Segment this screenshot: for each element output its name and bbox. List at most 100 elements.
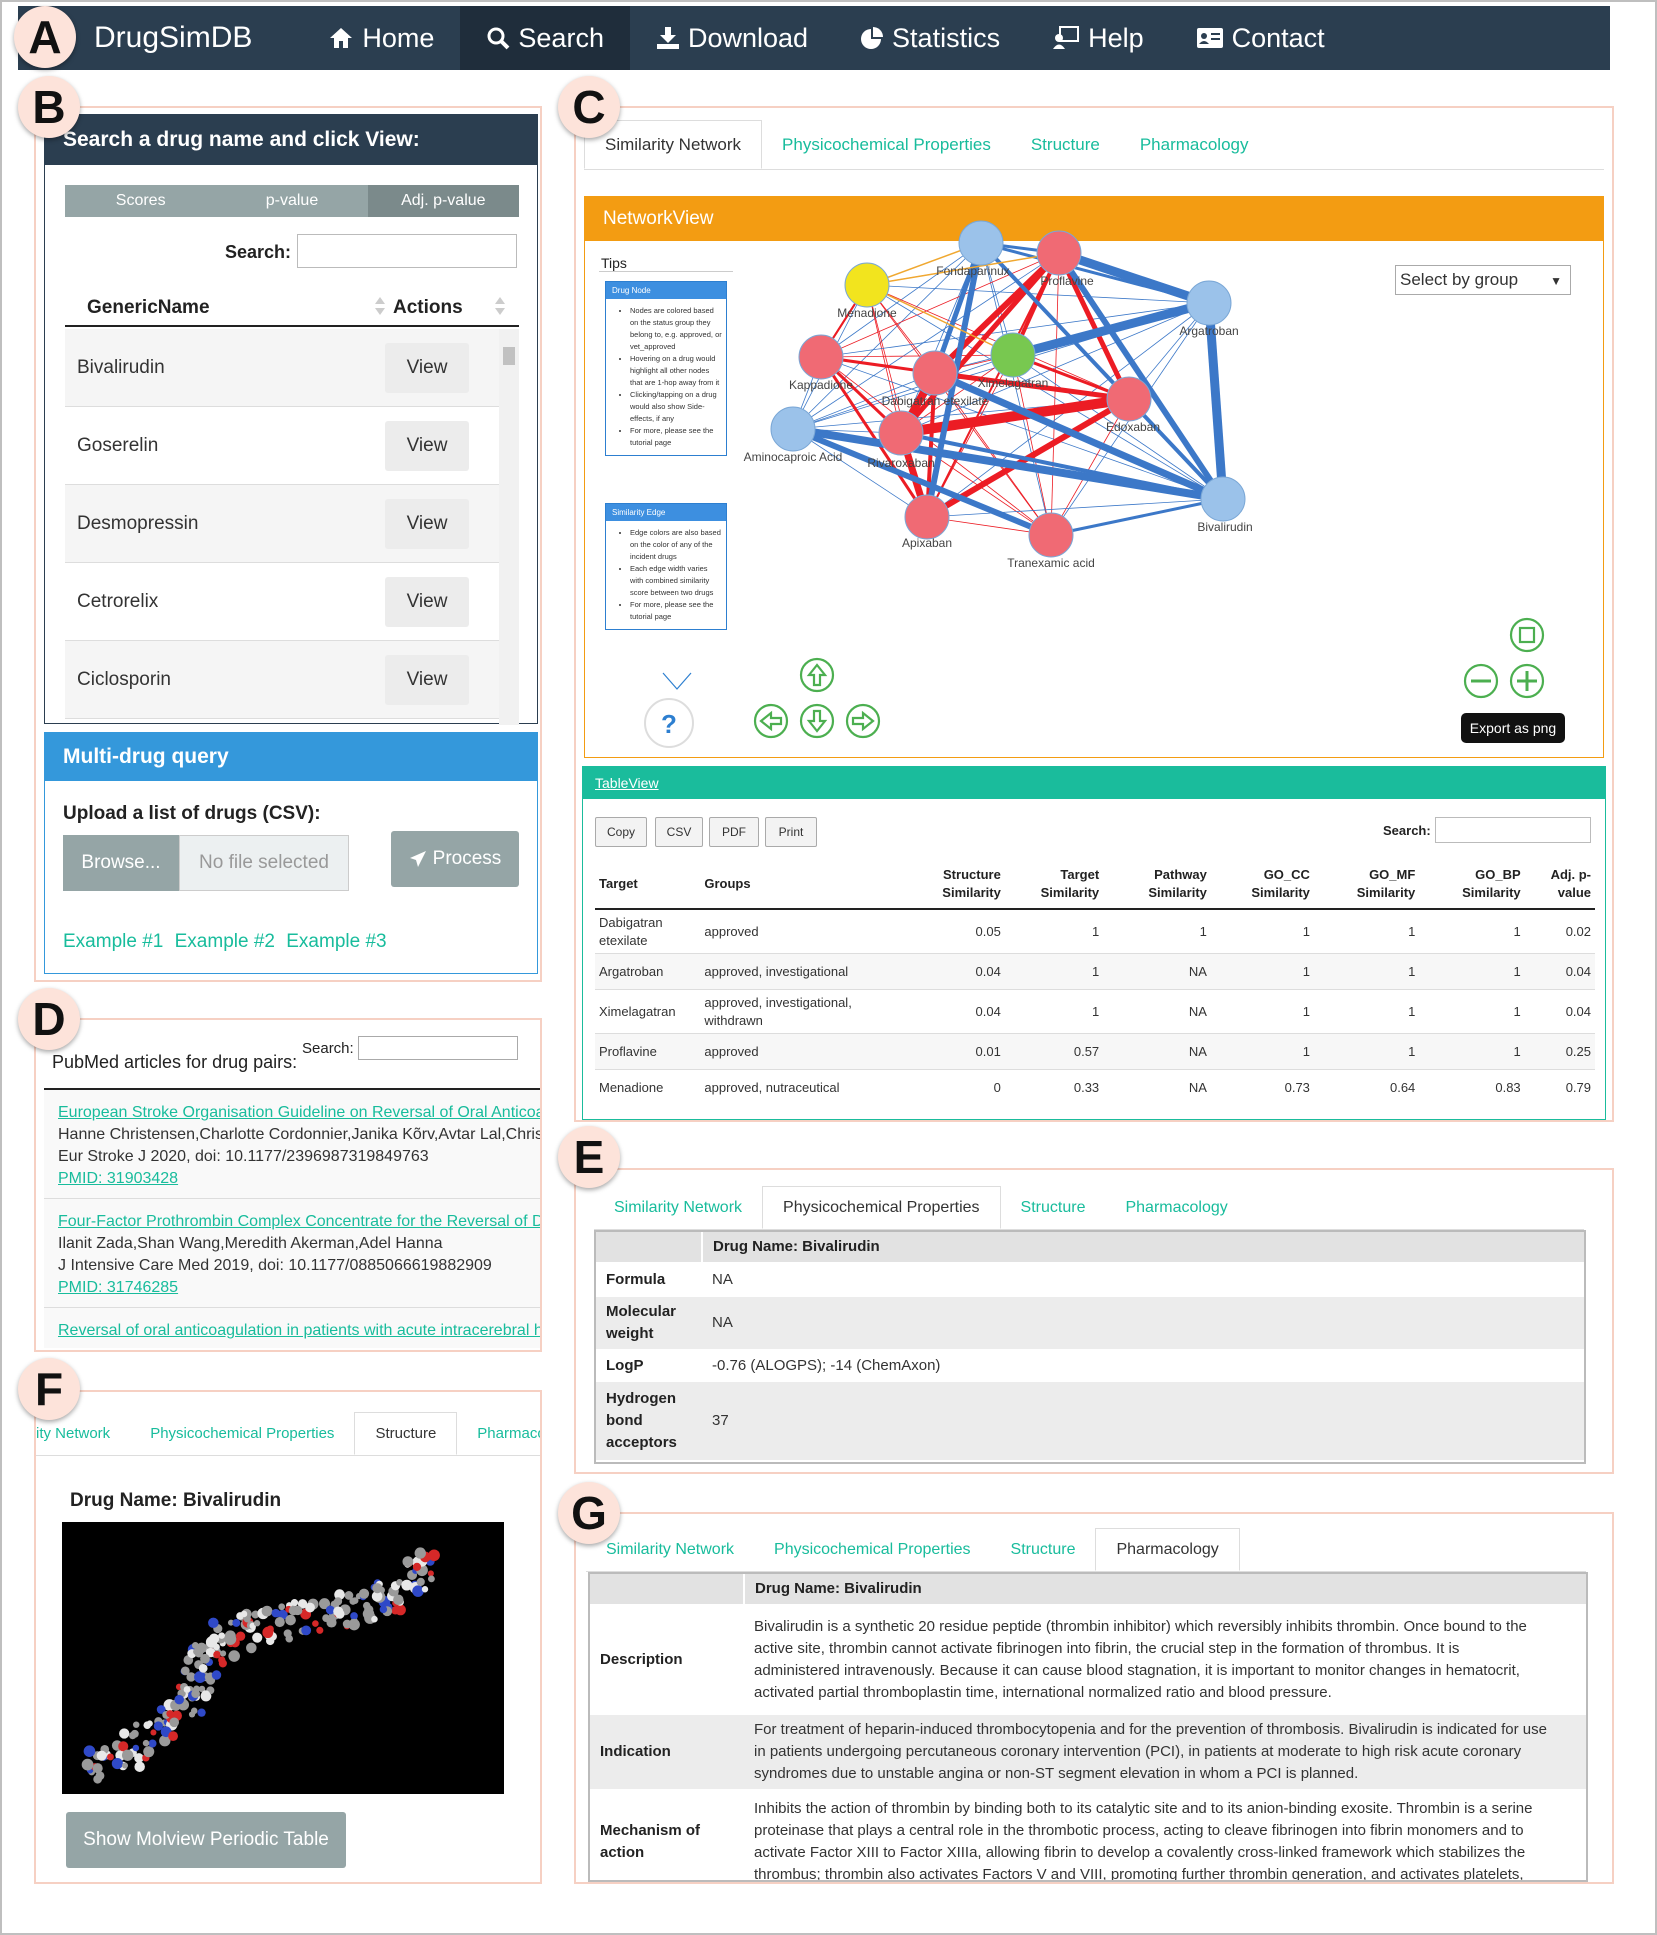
example-link-1[interactable]: Example #1	[63, 931, 163, 952]
row-value-line: Bivalirudin is a synthetic 20 residue pe…	[754, 1617, 1527, 1635]
copy-button[interactable]: Copy	[595, 817, 647, 847]
tab-structure[interactable]: Structure	[1011, 120, 1120, 169]
node-circle[interactable]	[798, 334, 844, 380]
nav-download-label: Download	[687, 22, 809, 53]
network-node[interactable]: Menadione	[837, 262, 897, 320]
sort-icon[interactable]	[495, 297, 505, 315]
nav-search[interactable]: Search	[460, 6, 630, 70]
view-button[interactable]: View	[385, 498, 469, 549]
network-node[interactable]: Bivalirudin	[1197, 476, 1253, 534]
network-node[interactable]: Ximelagatran	[978, 332, 1049, 390]
file-name-field[interactable]: No file selected	[179, 835, 349, 891]
node-circle[interactable]	[990, 332, 1036, 378]
network-node[interactable]: Kappadione	[789, 334, 853, 392]
nav-statistics[interactable]: Statistics	[834, 6, 1026, 70]
brand-logo[interactable]: DrugSimDB	[94, 21, 252, 55]
article-title-link[interactable]: European Stroke Organisation Guideline o…	[58, 1102, 540, 1124]
article-title-link[interactable]: Four-Factor Prothrombin Complex Concentr…	[58, 1211, 540, 1233]
pmid-link[interactable]: PMID: 31903428	[58, 1168, 178, 1190]
nav-home[interactable]: Home	[302, 6, 460, 70]
nav-download[interactable]: Download	[630, 6, 834, 70]
tab-physicochemical-properties[interactable]: Physicochemical Properties	[762, 120, 1011, 169]
table-cell: 1	[1004, 989, 1104, 1034]
atom	[208, 1617, 219, 1629]
column-header[interactable]: Pathway Similarity	[1103, 859, 1211, 910]
tab-bar-c: Similarity Network Physicochemical Prope…	[584, 120, 1604, 170]
tab-pharmacology[interactable]: Pharmacology	[1095, 1528, 1240, 1571]
example-link-2[interactable]: Example #2	[175, 931, 275, 952]
column-header[interactable]: GO_BP Similarity	[1419, 859, 1525, 910]
molecule-3d-viewer[interactable]	[62, 1522, 504, 1794]
column-header[interactable]: Target	[595, 859, 701, 910]
nav-home-label: Home	[362, 22, 435, 53]
node-circle[interactable]	[1200, 476, 1246, 522]
node-circle[interactable]	[770, 406, 816, 452]
column-header[interactable]: Structure Similarity	[887, 859, 1005, 910]
atom	[183, 1686, 191, 1693]
column-header[interactable]: GO_CC Similarity	[1210, 859, 1314, 910]
network-node[interactable]: Apixaban	[902, 494, 952, 550]
node-circle[interactable]	[958, 220, 1004, 266]
atom	[208, 1633, 220, 1644]
segment-p-value[interactable]: p-value	[216, 185, 367, 217]
column-actions[interactable]: Actions	[393, 297, 463, 319]
csv-button[interactable]: CSV	[655, 817, 703, 847]
network-node[interactable]: Argatroban	[1179, 280, 1239, 338]
node-circle[interactable]	[912, 350, 958, 396]
view-button[interactable]: View	[385, 576, 469, 627]
tab-pharmacology[interactable]: Pharmacolo	[457, 1412, 540, 1455]
pdf-button[interactable]: PDF	[709, 817, 759, 847]
table-search-input[interactable]	[1435, 817, 1591, 843]
segment-adj-p-value[interactable]: Adj. p-value	[367, 185, 519, 217]
tab-physicochemical-properties[interactable]: Physicochemical Properties	[762, 1186, 1001, 1229]
network-node[interactable]: Fondaparinux	[936, 220, 1010, 278]
node-circle[interactable]	[844, 262, 890, 308]
tab-similarity-network[interactable]: Similarity Network	[594, 1186, 762, 1229]
example-link-3[interactable]: Example #3	[286, 931, 386, 952]
sort-icon[interactable]	[375, 297, 385, 315]
group-select[interactable]: Select by group ▼	[1395, 265, 1571, 295]
drug-table-scrollbar[interactable]	[499, 329, 519, 725]
article-journal: Eur Stroke J 2020, doi: 10.1177/23969873…	[58, 1148, 429, 1165]
node-circle[interactable]	[904, 494, 950, 540]
pubmed-search-input[interactable]	[358, 1036, 518, 1060]
tab-physicochemical-properties[interactable]: Physicochemical Properties	[754, 1528, 991, 1571]
network-edge[interactable]	[792, 425, 1224, 503]
table-cell: 1	[1419, 1033, 1525, 1070]
node-circle[interactable]	[1036, 230, 1082, 276]
print-button[interactable]: Print	[765, 817, 817, 847]
view-button[interactable]: View	[385, 420, 469, 471]
drug-search-input[interactable]	[297, 234, 517, 268]
network-node[interactable]: Edoxaban	[1106, 376, 1160, 434]
tab-structure[interactable]: Structure	[991, 1528, 1096, 1571]
tab-physicochemical-properties[interactable]: Physicochemical Properties	[130, 1412, 354, 1455]
node-circle[interactable]	[1106, 376, 1152, 422]
network-edge[interactable]	[820, 354, 1014, 358]
tab-structure[interactable]: Structure	[354, 1412, 458, 1455]
tab-pharmacology[interactable]: Pharmacology	[1105, 1186, 1247, 1229]
tab-pharmacology[interactable]: Pharmacology	[1120, 120, 1269, 169]
scrollbar-thumb[interactable]	[503, 347, 515, 365]
nav-help[interactable]: Help	[1026, 6, 1170, 70]
nav-contact[interactable]: Contact	[1170, 6, 1351, 70]
node-circle[interactable]	[1028, 512, 1074, 558]
pmid-link[interactable]: PMID: 31746285	[58, 1277, 178, 1299]
process-button[interactable]: Process	[391, 831, 519, 887]
column-generic-name[interactable]: GenericName	[87, 297, 210, 319]
column-header[interactable]: Adj. p-value	[1524, 859, 1595, 910]
node-circle[interactable]	[1186, 280, 1232, 326]
table-view-title[interactable]: TableView	[583, 767, 1605, 799]
view-button[interactable]: View	[385, 342, 469, 393]
column-header[interactable]: GO_MF Similarity	[1313, 859, 1420, 910]
node-circle[interactable]	[878, 410, 924, 456]
article-title-link[interactable]: Reversal of oral anticoagulation in pati…	[58, 1320, 540, 1342]
export-png-button[interactable]: Export as png	[1461, 713, 1565, 743]
column-header[interactable]: Groups	[700, 859, 888, 910]
node-label: Ximelagatran	[978, 376, 1049, 390]
tab-structure[interactable]: Structure	[1001, 1186, 1106, 1229]
browse-button[interactable]: Browse...	[63, 835, 179, 891]
view-button[interactable]: View	[385, 654, 469, 705]
molview-periodic-table-button[interactable]: Show Molview Periodic Table	[66, 1812, 346, 1868]
segment-scores[interactable]: Scores	[65, 185, 216, 217]
column-header[interactable]: Target Similarity	[1004, 859, 1104, 910]
